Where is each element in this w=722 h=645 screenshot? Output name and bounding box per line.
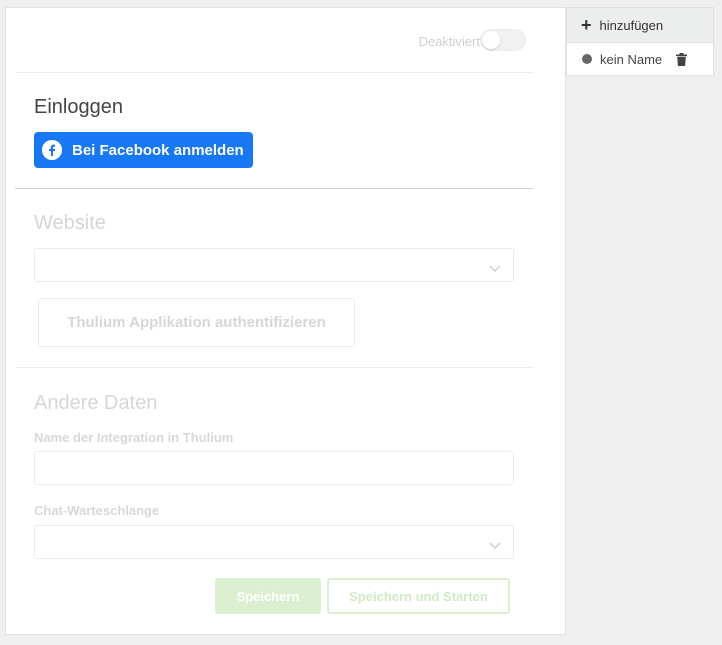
toggle-knob <box>482 31 500 49</box>
sidebar-item[interactable]: kein Name <box>566 43 714 76</box>
save-button[interactable]: Speichern <box>215 578 321 614</box>
website-heading: Website <box>34 212 106 234</box>
integration-name-input[interactable] <box>34 451 514 485</box>
integrations-sidebar: + hinzufügen kein Name <box>566 7 714 76</box>
toggle-label: Deaktiviert <box>418 34 480 49</box>
chat-queue-label: Chat-Warteschlange <box>34 503 160 518</box>
chevron-down-icon <box>489 260 501 278</box>
divider <box>15 72 533 73</box>
facebook-login-label: Bei Facebook anmelden <box>72 141 244 159</box>
status-toggle[interactable] <box>480 29 526 51</box>
plus-icon: + <box>581 15 592 35</box>
facebook-icon <box>42 140 62 160</box>
website-select[interactable] <box>34 248 514 282</box>
divider <box>15 188 533 189</box>
divider <box>15 367 533 368</box>
add-integration-button[interactable]: + hinzufügen <box>566 7 714 43</box>
integration-form-panel: Deaktiviert Einloggen Bei Facebook anmel… <box>5 7 566 635</box>
status-toggle-row: Deaktiviert <box>6 28 526 54</box>
facebook-login-button[interactable]: Bei Facebook anmelden <box>34 132 253 168</box>
trash-icon[interactable] <box>676 52 688 66</box>
chevron-down-icon <box>489 537 501 555</box>
authenticate-app-button[interactable]: Thulium Applikation authentifizieren <box>38 298 355 347</box>
login-heading: Einloggen <box>34 96 123 118</box>
chat-queue-select[interactable] <box>34 525 514 559</box>
status-dot-icon <box>582 54 592 64</box>
sidebar-item-label: kein Name <box>600 51 663 67</box>
other-data-heading: Andere Daten <box>34 392 158 414</box>
add-label: hinzufügen <box>599 17 664 33</box>
integration-name-label: Name der Integration in Thulium <box>34 430 234 445</box>
save-and-start-button[interactable]: Speichern und Starten <box>327 578 510 614</box>
